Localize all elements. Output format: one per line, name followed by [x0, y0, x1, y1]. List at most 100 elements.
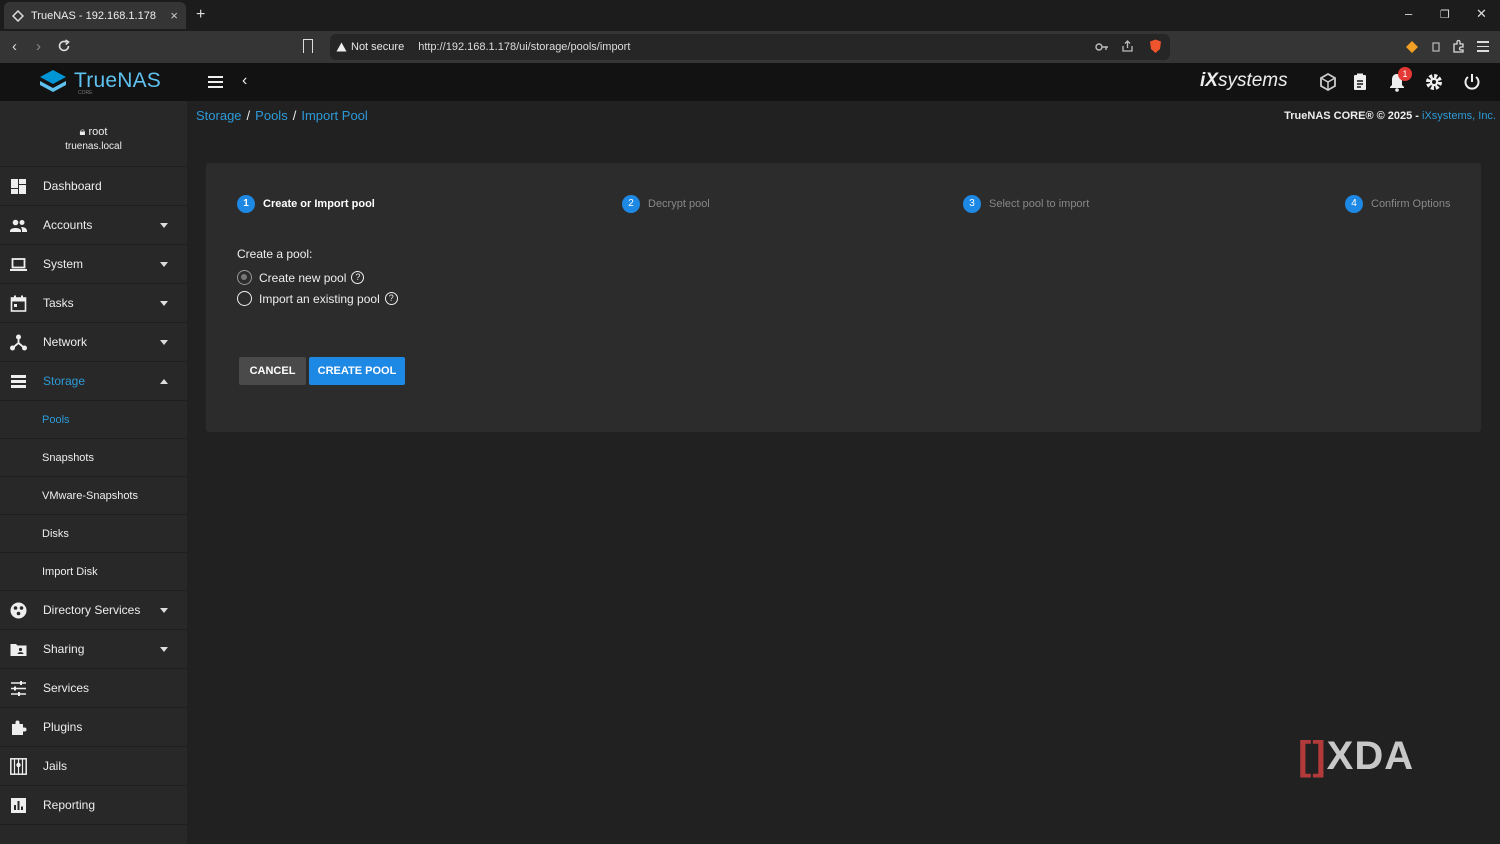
copyright-company-link[interactable]: iXsystems, Inc.	[1422, 110, 1496, 122]
sidebar-item-storage[interactable]: Storage	[0, 362, 187, 401]
power-icon[interactable]	[1462, 72, 1482, 92]
help-icon[interactable]: ?	[384, 292, 398, 305]
ixsystems-logo[interactable]: iXsystems	[1200, 70, 1288, 92]
cancel-button[interactable]: CANCEL	[239, 357, 306, 385]
wizard-step-2[interactable]: 2 Decrypt pool	[622, 195, 710, 213]
maximize-icon[interactable]: ❐	[1440, 8, 1450, 21]
sidebar-subitem-disks[interactable]: Disks	[0, 515, 187, 553]
sidebar-item-label: Accounts	[43, 218, 93, 232]
collapse-chevron-icon[interactable]: ‹	[242, 72, 247, 90]
dashboard-icon	[11, 179, 26, 194]
url-bar[interactable]: Not secure http://192.168.1.178/ui/stora…	[330, 34, 1170, 60]
copyright: TrueNAS CORE® © 2025 - iXsystems, Inc.	[1284, 110, 1496, 122]
option-label: Import an existing pool	[259, 291, 380, 306]
help-icon[interactable]: ?	[351, 271, 365, 284]
chevron-down-icon	[160, 301, 168, 306]
step-label: Decrypt pool	[648, 198, 710, 210]
laptop-icon	[10, 258, 27, 271]
jail-icon	[10, 758, 27, 775]
user-name: root	[88, 126, 108, 138]
window-close-icon[interactable]: ✕	[1476, 6, 1487, 22]
truenas-logo[interactable]: TrueNAS	[38, 69, 161, 93]
option-create-new-pool[interactable]: Create new pool ?	[237, 270, 365, 285]
browser-tab[interactable]: TrueNAS - 192.168.1.178 ×	[4, 2, 186, 29]
sidebar-item-services[interactable]: Services	[0, 669, 187, 708]
sidebar-item-reporting[interactable]: Reporting	[0, 786, 187, 825]
directory-services-icon	[10, 602, 27, 619]
breadcrumb-separator: /	[292, 108, 297, 123]
option-import-existing-pool[interactable]: Import an existing pool ?	[237, 291, 398, 306]
sidebar-item-system[interactable]: System	[0, 245, 187, 284]
settings-gear-icon[interactable]	[1424, 72, 1444, 92]
calendar-icon	[10, 295, 27, 312]
import-pool-wizard: 1 Create or Import pool 2 Decrypt pool 3…	[206, 163, 1481, 432]
sidebar-subitem-import-disk[interactable]: Import Disk	[0, 553, 187, 591]
browser-tabbar: TrueNAS - 192.168.1.178 × + – ❐ ✕	[0, 0, 1500, 31]
user-host: truenas.local	[65, 141, 122, 152]
breadcrumb-pools[interactable]: Pools	[255, 108, 288, 123]
tune-icon	[11, 681, 26, 696]
sidebar-subitem-vmware-snapshots[interactable]: VMware-Snapshots	[0, 477, 187, 515]
forward-icon[interactable]: ›	[36, 38, 41, 55]
sidebar-item-sharing[interactable]: Sharing	[0, 630, 187, 669]
sidebar-item-tasks[interactable]: Tasks	[0, 284, 187, 323]
share-icon[interactable]	[1121, 40, 1134, 53]
extensions-icon[interactable]	[1451, 39, 1466, 54]
truenas-edition-label: CORE	[78, 90, 93, 96]
brave-wallet-icon[interactable]	[1432, 41, 1440, 53]
url-text[interactable]: http://192.168.1.178/ui/storage/pools/im…	[418, 41, 630, 53]
reload-icon[interactable]	[57, 39, 71, 53]
sidebar-item-label: Reporting	[43, 798, 96, 812]
sidebar-item-plugins[interactable]: Plugins	[0, 708, 187, 747]
wizard-step-3[interactable]: 3 Select pool to import	[963, 195, 1089, 213]
chevron-up-icon	[160, 379, 168, 384]
back-icon[interactable]: ‹	[12, 38, 17, 55]
ixsystems-logo-suffix: systems	[1217, 70, 1288, 91]
minimize-icon[interactable]: –	[1405, 6, 1412, 21]
brave-rewards-icon[interactable]	[1405, 40, 1419, 54]
create-pool-label: Create a pool:	[237, 247, 313, 261]
sidebar-subitem-pools[interactable]: Pools	[0, 401, 187, 439]
truenas-topbar: TrueNAS CORE ‹ iXsystems	[0, 63, 1500, 101]
sidebar-item-accounts[interactable]: Accounts	[0, 206, 187, 245]
tab-title: TrueNAS - 192.168.1.178	[31, 9, 156, 22]
sidebar-subitem-snapshots[interactable]: Snapshots	[0, 439, 187, 477]
menu-toggle-icon[interactable]	[208, 76, 223, 88]
ixsystems-logo-prefix: iX	[1200, 70, 1218, 91]
radio-create-new-pool[interactable]	[237, 270, 252, 285]
wizard-step-4[interactable]: 4 Confirm Options	[1345, 195, 1450, 213]
step-number: 3	[963, 195, 981, 213]
sidebar-item-label: Plugins	[43, 720, 83, 734]
shared-folder-icon	[10, 644, 27, 656]
new-tab-button[interactable]: +	[196, 6, 205, 24]
radio-import-existing-pool[interactable]	[237, 291, 252, 306]
sidebar-item-label: Sharing	[43, 642, 85, 656]
chevron-down-icon	[160, 223, 168, 228]
tab-close-icon[interactable]: ×	[170, 8, 178, 23]
breadcrumb-import-pool[interactable]: Import Pool	[301, 108, 367, 123]
wizard-step-1[interactable]: 1 Create or Import pool	[237, 195, 375, 213]
sidebar-item-dashboard[interactable]: Dashboard	[0, 167, 187, 206]
brave-shield-icon[interactable]	[1149, 39, 1162, 54]
xda-watermark: []XDA	[1298, 734, 1414, 779]
step-number: 1	[237, 195, 255, 213]
sidebar-item-label: Jails	[43, 759, 68, 773]
puzzle-icon	[12, 720, 27, 735]
sidebar-item-label: Dashboard	[43, 179, 102, 193]
key-icon[interactable]	[1095, 42, 1109, 52]
sidebar-item-label: Directory Services	[43, 603, 141, 617]
create-pool-button[interactable]: CREATE POOL	[309, 357, 405, 385]
task-manager-icon[interactable]	[1350, 72, 1370, 92]
step-label: Create or Import pool	[263, 198, 375, 210]
sidebar-item-label: Storage	[43, 374, 86, 388]
browser-menu-icon[interactable]	[1477, 41, 1489, 52]
truecommand-icon[interactable]	[1318, 72, 1338, 92]
not-secure-label: Not secure	[351, 41, 405, 53]
sidebar-item-label: System	[43, 257, 84, 271]
breadcrumb-storage[interactable]: Storage	[196, 108, 242, 123]
breadcrumb: Storage / Pools / Import Pool	[196, 108, 368, 123]
bookmark-icon[interactable]	[303, 39, 313, 53]
sidebar-item-jails[interactable]: Jails	[0, 747, 187, 786]
sidebar-item-directory-services[interactable]: Directory Services	[0, 591, 187, 630]
sidebar-item-network[interactable]: Network	[0, 323, 187, 362]
